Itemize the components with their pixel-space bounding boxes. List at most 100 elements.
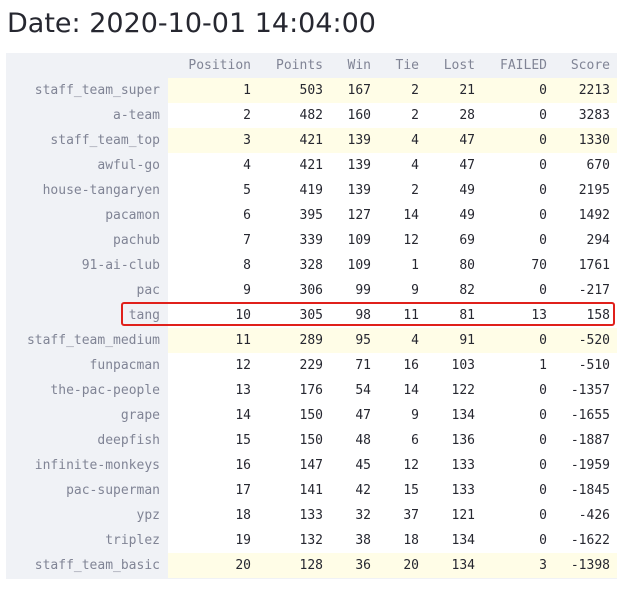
cell-position: 7	[168, 228, 258, 253]
cell-lost: 134	[426, 528, 482, 553]
cell-tie: 6	[378, 428, 426, 453]
cell-failed: 0	[482, 103, 554, 128]
cell-points: 141	[258, 478, 330, 503]
table-row: funpacman 12 229 71 16 103 1 -510	[6, 353, 617, 378]
row-index-team-name: a-team	[6, 103, 168, 128]
cell-position: 17	[168, 478, 258, 503]
cell-win: 139	[330, 178, 378, 203]
cell-lost: 82	[426, 278, 482, 303]
cell-position: 20	[168, 553, 258, 578]
row-index-team-name: staff_team_top	[6, 128, 168, 153]
cell-win: 98	[330, 303, 378, 328]
cell-win: 160	[330, 103, 378, 128]
cell-position: 13	[168, 378, 258, 403]
cell-position: 2	[168, 103, 258, 128]
cell-failed: 0	[482, 78, 554, 103]
cell-failed: 0	[482, 453, 554, 478]
cell-position: 15	[168, 428, 258, 453]
cell-score: -520	[554, 328, 617, 353]
row-index-team-name: 91-ai-club	[6, 253, 168, 278]
cell-position: 12	[168, 353, 258, 378]
cell-failed: 13	[482, 303, 554, 328]
cell-points: 421	[258, 128, 330, 153]
cell-failed: 0	[482, 278, 554, 303]
leaderboard-table: Position Points Win Tie Lost FAILED Scor…	[6, 53, 617, 579]
cell-points: 289	[258, 328, 330, 353]
cell-points: 328	[258, 253, 330, 278]
cell-tie: 14	[378, 378, 426, 403]
cell-tie: 2	[378, 78, 426, 103]
cell-score: -1655	[554, 403, 617, 428]
cell-points: 229	[258, 353, 330, 378]
cell-score: 2195	[554, 178, 617, 203]
cell-lost: 81	[426, 303, 482, 328]
cell-tie: 18	[378, 528, 426, 553]
cell-win: 36	[330, 553, 378, 578]
cell-score: 2213	[554, 78, 617, 103]
column-header-failed[interactable]: FAILED	[482, 53, 554, 78]
column-header-points[interactable]: Points	[258, 53, 330, 78]
cell-score: 3283	[554, 103, 617, 128]
row-index-team-name: pac	[6, 278, 168, 303]
column-header-win[interactable]: Win	[330, 53, 378, 78]
cell-win: 127	[330, 203, 378, 228]
table-row: pac 9 306 99 9 82 0 -217	[6, 278, 617, 303]
table-row: staff_team_top 3 421 139 4 47 0 1330	[6, 128, 617, 153]
row-index-team-name: staff_team_basic	[6, 553, 168, 578]
cell-failed: 0	[482, 228, 554, 253]
cell-win: 48	[330, 428, 378, 453]
cell-lost: 122	[426, 378, 482, 403]
row-index-team-name: ypz	[6, 503, 168, 528]
cell-failed: 0	[482, 203, 554, 228]
cell-points: 419	[258, 178, 330, 203]
cell-win: 139	[330, 153, 378, 178]
header-row: Position Points Win Tie Lost FAILED Scor…	[6, 53, 617, 78]
cell-lost: 21	[426, 78, 482, 103]
cell-score: -1622	[554, 528, 617, 553]
cell-score: -1357	[554, 378, 617, 403]
row-index-team-name: grape	[6, 403, 168, 428]
cell-win: 109	[330, 228, 378, 253]
cell-points: 395	[258, 203, 330, 228]
cell-position: 3	[168, 128, 258, 153]
cell-tie: 2	[378, 178, 426, 203]
cell-points: 305	[258, 303, 330, 328]
cell-lost: 28	[426, 103, 482, 128]
cell-lost: 91	[426, 328, 482, 353]
cell-win: 139	[330, 128, 378, 153]
cell-tie: 11	[378, 303, 426, 328]
cell-failed: 0	[482, 528, 554, 553]
column-header-score[interactable]: Score	[554, 53, 617, 78]
cell-failed: 0	[482, 153, 554, 178]
cell-score: 158	[554, 303, 617, 328]
column-header-tie[interactable]: Tie	[378, 53, 426, 78]
row-index-team-name: deepfish	[6, 428, 168, 453]
row-index-team-name: awful-go	[6, 153, 168, 178]
cell-position: 1	[168, 78, 258, 103]
cell-position: 11	[168, 328, 258, 353]
cell-win: 32	[330, 503, 378, 528]
cell-position: 10	[168, 303, 258, 328]
row-index-team-name: the-pac-people	[6, 378, 168, 403]
cell-tie: 12	[378, 228, 426, 253]
table-row: pacamon 6 395 127 14 49 0 1492	[6, 203, 617, 228]
cell-score: 1761	[554, 253, 617, 278]
table-row: grape 14 150 47 9 134 0 -1655	[6, 403, 617, 428]
cell-score: -426	[554, 503, 617, 528]
column-header-position[interactable]: Position	[168, 53, 258, 78]
cell-win: 95	[330, 328, 378, 353]
row-index-team-name: pac-superman	[6, 478, 168, 503]
column-header-lost[interactable]: Lost	[426, 53, 482, 78]
cell-lost: 136	[426, 428, 482, 453]
cell-lost: 134	[426, 553, 482, 578]
cell-tie: 2	[378, 103, 426, 128]
cell-win: 99	[330, 278, 378, 303]
table-row: staff_team_super 1 503 167 2 21 0 2213	[6, 78, 617, 103]
cell-win: 54	[330, 378, 378, 403]
cell-position: 16	[168, 453, 258, 478]
cell-win: 47	[330, 403, 378, 428]
cell-tie: 20	[378, 553, 426, 578]
table-row: triplez 19 132 38 18 134 0 -1622	[6, 528, 617, 553]
cell-score: 1492	[554, 203, 617, 228]
cell-lost: 69	[426, 228, 482, 253]
